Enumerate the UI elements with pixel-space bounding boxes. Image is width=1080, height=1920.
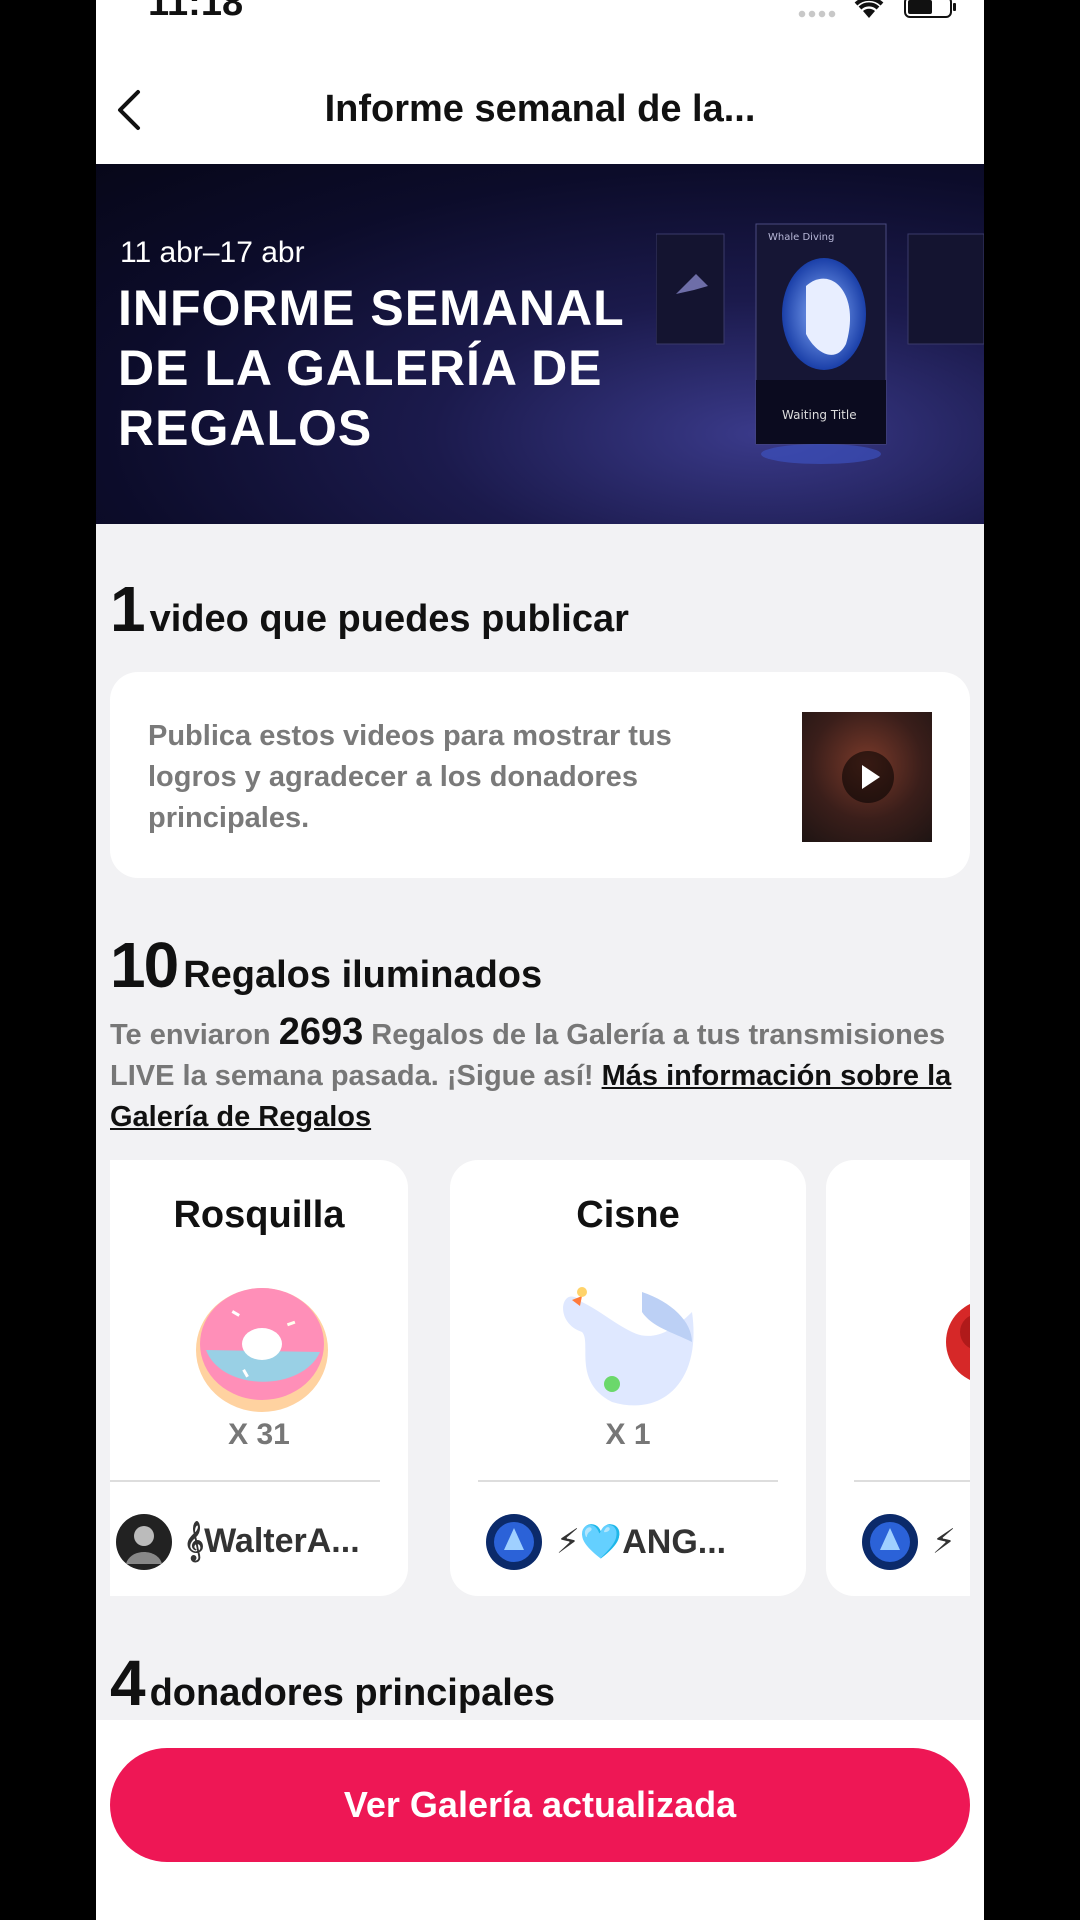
wifi-icon (854, 0, 884, 18)
videos-section-heading: 1 video que puedes publicar (110, 572, 629, 646)
report-banner: 11 abr–17 abr INFORME SEMANAL DE LA GALE… (96, 164, 984, 524)
divider (854, 1480, 970, 1482)
gift-card[interactable]: Cisne X 1 ⚡🩵ANG... (450, 1160, 806, 1596)
donors-section-heading: 4 donadores principales (110, 1646, 555, 1720)
back-button[interactable] (104, 82, 152, 138)
battery-icon (904, 0, 956, 18)
gift-name: R (826, 1194, 970, 1237)
divider (110, 1480, 380, 1482)
swan-icon (563, 1287, 694, 1406)
divider (478, 1480, 778, 1482)
gift-name: Rosquilla (173, 1194, 345, 1236)
page-title: Informe semanal de la... (324, 88, 756, 130)
status-time: 11:18 (148, 0, 244, 24)
video-thumbnail[interactable] (802, 712, 932, 842)
videos-heading-label: video que puedes publicar (149, 598, 629, 640)
gifts-description: Te enviaron 2693 Regalos de la Galería a… (110, 1012, 970, 1138)
art-caption: Waiting Title (782, 408, 857, 422)
view-gallery-button[interactable]: Ver Galería actualizada (110, 1748, 970, 1862)
banner-date-range: 11 abr–17 abr (120, 236, 305, 269)
desc-before: Te enviaron (110, 1019, 279, 1051)
gift-cards-carousel[interactable]: Rosquilla X 31 𝄞WalterA... Cisne X 1 ⚡🩵A… (110, 1160, 970, 1598)
gifts-count: 10 (110, 929, 179, 1001)
gift-card[interactable]: Rosquilla X 31 𝄞WalterA... (110, 1160, 408, 1596)
avatar[interactable] (116, 1514, 172, 1570)
avatar[interactable] (486, 1514, 542, 1570)
rose-icon (946, 1304, 970, 1380)
gift-count: X 1 (605, 1418, 651, 1451)
donors-count: 4 (110, 1647, 146, 1719)
banner-title: INFORME SEMANAL DE LA GALERÍA DE REGALOS (118, 280, 624, 456)
signal-icon (798, 10, 838, 18)
video-card[interactable]: Publica estos videos para mostrar tus lo… (110, 672, 970, 878)
art-caption-top: Whale Diving (768, 232, 834, 243)
top-donor-name: 𝄞WalterA... (184, 1522, 360, 1560)
gift-card[interactable]: R ⚡ (826, 1160, 970, 1596)
avatar[interactable] (862, 1514, 918, 1570)
videos-count: 1 (110, 573, 146, 645)
top-donor-name: ⚡ (932, 1523, 956, 1561)
video-card-description: Publica estos videos para mostrar tus lo… (148, 720, 672, 834)
report-screen: 11:18 Informe semanal de la... 11 abr–17… (96, 0, 984, 1920)
donors-heading-label: donadores principales (149, 1672, 556, 1714)
gift-count: X 31 (228, 1418, 290, 1451)
gift-gallery-display-art: Whale Diving Waiting Title (656, 223, 984, 464)
gifts-total-count: 2693 (278, 1011, 364, 1053)
gifts-heading-label: Regalos iluminados (183, 954, 543, 996)
gifts-section-heading: 10 Regalos iluminados (110, 928, 542, 1002)
gift-name: Cisne (576, 1194, 680, 1236)
top-donor-name: ⚡🩵ANG... (556, 1523, 727, 1561)
donut-icon (196, 1288, 328, 1412)
play-icon[interactable] (842, 751, 894, 803)
